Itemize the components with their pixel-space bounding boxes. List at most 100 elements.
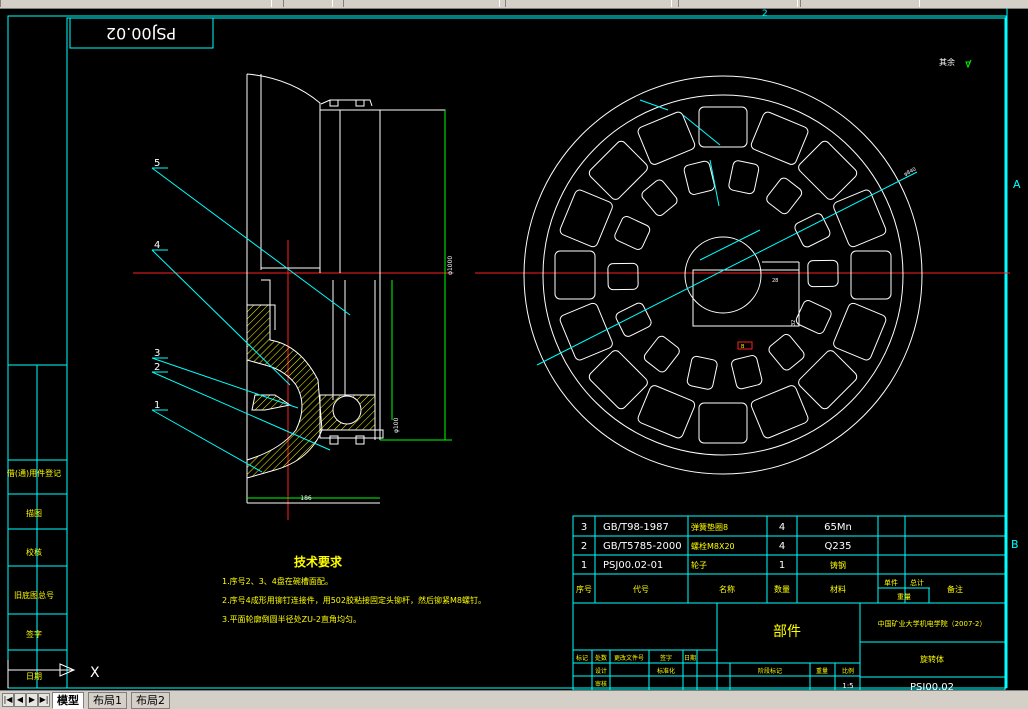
tab-model[interactable]: 模型 (52, 692, 84, 709)
tech-item: 3.平面轮廓倒圆半径处ZU-2直角均匀。 (222, 614, 361, 624)
toolbar-segment[interactable] (283, 0, 333, 7)
spoke-hole (798, 350, 858, 410)
bom-qty: 4 (779, 541, 785, 552)
spoke-hole (728, 160, 760, 195)
drawing-code-mirrored: PSJ00.02 (106, 24, 176, 43)
spoke-hole (798, 140, 858, 200)
toolbar-segment[interactable] (505, 0, 672, 7)
toolbar-segment[interactable] (800, 0, 920, 7)
bom-header: 序号 (576, 584, 592, 594)
bom-header: 总计 (910, 578, 924, 587)
bom-header: 单件 (884, 578, 898, 587)
zone-label-a: A (1013, 178, 1021, 191)
spoke-hole (698, 106, 748, 148)
bom-name: 螺栓M8X20 (691, 541, 735, 551)
tab-layout2[interactable]: 布局2 (131, 692, 170, 709)
spoke-hole (643, 335, 680, 373)
part-name: 部件 (773, 624, 801, 640)
tech-item: 1.序号2、3、4盘在碗槽面配。 (222, 576, 333, 586)
bom-seq: 2 (581, 541, 587, 552)
spoke-holes (554, 106, 892, 444)
bom-qty: 4 (779, 522, 785, 533)
tb-label: 重量 (816, 667, 828, 675)
bom-material: 65Mn (824, 522, 852, 533)
spoke-hole (698, 402, 748, 444)
tb-label: 阶段标记 (758, 667, 782, 675)
spoke-hole (731, 355, 763, 390)
first-tab-button[interactable]: |◀ (2, 693, 14, 707)
tb-label: 签字 (660, 654, 672, 662)
left-strip-label: 描图 (26, 508, 42, 518)
balloon-2: 2 (154, 362, 160, 373)
balloon-1: 1 (154, 400, 160, 411)
spoke-hole (795, 300, 832, 334)
outer-circle (523, 75, 923, 475)
tb-label: 审核 (595, 680, 607, 688)
bom-name: 弹簧垫圈8 (691, 522, 728, 532)
layout-tabbar: |◀ ◀ ▶ ▶| 模型 布局1 布局2 (0, 690, 1028, 709)
spoke-hole (641, 179, 678, 217)
bom-code: PSJ00.02-01 (603, 560, 663, 571)
toolbar-segment[interactable] (343, 0, 500, 7)
dim-outer: φ840 (903, 166, 917, 177)
spoke-hole (588, 350, 648, 410)
bom-code: GB/T5785-2000 (603, 541, 682, 552)
spoke-hole (766, 177, 803, 215)
toolbar-segment[interactable] (678, 0, 798, 7)
left-strip-label: 旧底图总号 (14, 590, 54, 600)
spoke-hole (615, 302, 652, 337)
bom-header: 数量 (774, 584, 790, 594)
spoke-hole (768, 333, 805, 371)
spoke-hole (686, 355, 718, 390)
bom-code: GB/T98-1987 (603, 522, 669, 533)
tb-label: 标记 (576, 654, 588, 662)
company-name: 中国矿业大学机电学院（2007-2） (878, 619, 987, 628)
spoke-hole (833, 302, 887, 361)
left-strip-label: 借(通)用件登记 (7, 468, 61, 478)
spoke-hole (588, 140, 648, 200)
drawing-canvas[interactable]: PSJ00.02 借(通)用件登记 描图 校核 旧底图总号 签字 日期 A B … (0, 8, 1028, 690)
tb-label: 日期 (684, 654, 696, 662)
next-tab-button[interactable]: ▶ (26, 693, 38, 707)
tab-layout1[interactable]: 布局1 (88, 692, 127, 709)
spoke-hole (833, 189, 887, 248)
balloon-4: 4 (154, 240, 160, 251)
tb-label: 更改文件号 (614, 654, 644, 662)
roughness-symbol (965, 59, 972, 69)
bom-seq: 1 (581, 560, 587, 571)
left-strip-label: 签字 (26, 629, 42, 639)
bom-header: 材料 (830, 584, 846, 594)
balloon-5: 5 (154, 158, 160, 169)
hatched-section (246, 304, 323, 479)
bom-material: Q235 (825, 541, 852, 552)
prev-tab-button[interactable]: ◀ (14, 693, 26, 707)
section-view (133, 73, 452, 520)
tb-label: 标准化 (657, 667, 675, 675)
inner-frame (66, 17, 1006, 689)
left-strip-label: 校核 (26, 547, 42, 557)
tech-title: 技术要求 (294, 554, 343, 569)
bom-header: 代号 (633, 584, 649, 594)
roughness-note: 其余 (939, 57, 955, 67)
bom-header: 备注 (947, 584, 963, 594)
tb-label: 比例 (842, 667, 854, 675)
bolt-hole (332, 395, 362, 425)
bom-seq: 3 (581, 522, 587, 533)
spoke-hole (607, 262, 639, 291)
zone-marker-top: 2 (762, 9, 768, 19)
spoke-hole (614, 216, 651, 250)
tb-scale: 1:5 (842, 682, 853, 690)
toolbar-segment[interactable] (0, 0, 272, 7)
tech-item: 2.序号4成形用铆钉连接件，用502胶粘接固定头铆杆，然后铆紧M8螺钉。 (222, 595, 486, 605)
marker-text: B (741, 344, 745, 350)
spoke-hole (559, 189, 613, 248)
tb-label: 设计 (595, 667, 607, 675)
spoke-hole (794, 213, 831, 248)
dim-height: φ1000 (447, 256, 454, 275)
zone-label-b: B (1011, 538, 1019, 551)
bom-name: 轮子 (691, 560, 707, 570)
bom-header: 重量 (897, 593, 911, 601)
tb-label: 处数 (595, 654, 607, 662)
bom-qty: 1 (779, 560, 785, 571)
last-tab-button[interactable]: ▶| (38, 693, 50, 707)
